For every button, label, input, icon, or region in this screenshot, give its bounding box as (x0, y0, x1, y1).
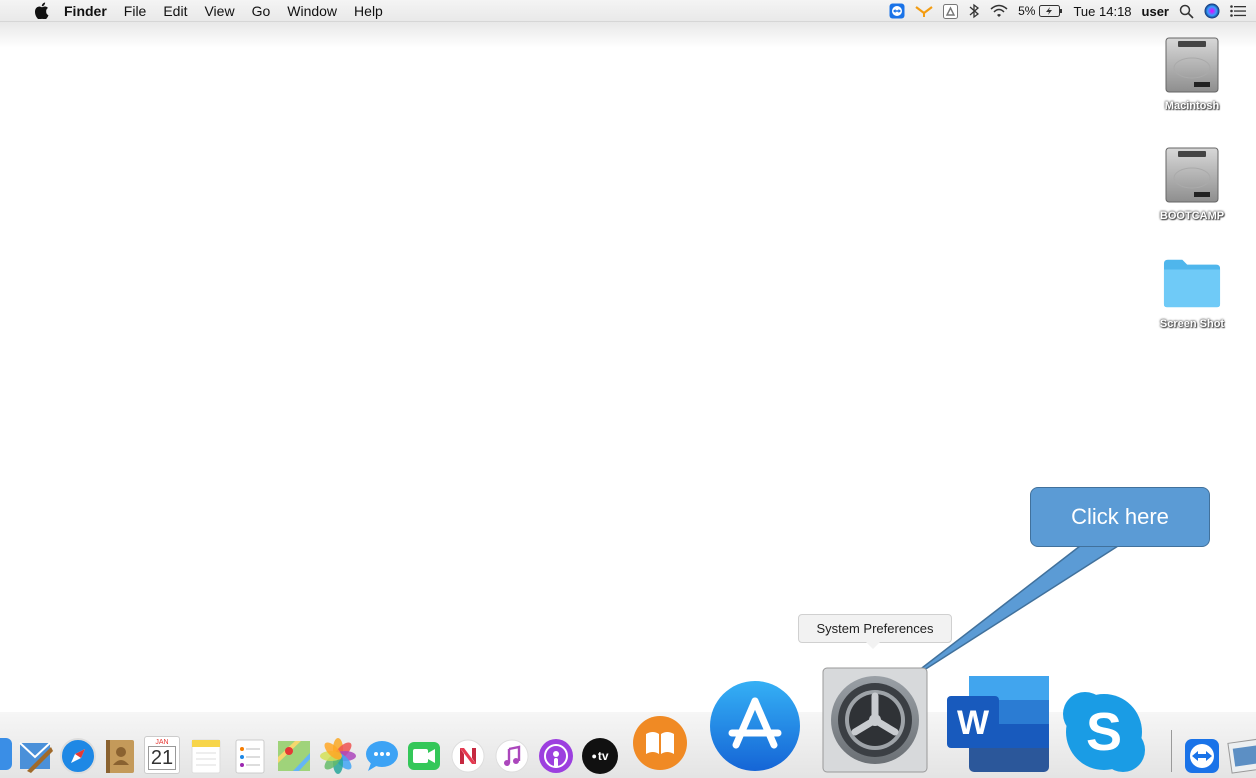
menu-edit[interactable]: Edit (163, 0, 187, 22)
drive-status-icon[interactable] (943, 0, 959, 22)
calendar-month: JAN (155, 739, 169, 746)
tv-apple-glyph: ● (591, 751, 597, 761)
desktop-icon-bootcamp[interactable]: BOOTCAMP (1142, 146, 1242, 222)
hard-drive-icon (1163, 36, 1221, 94)
battery-percent[interactable]: 5% (1018, 0, 1063, 22)
finder-dock-icon[interactable] (0, 736, 14, 772)
callout-pointer (895, 545, 1121, 689)
menu-view[interactable]: View (204, 0, 234, 22)
battery-percent-label: 5% (1018, 4, 1036, 18)
spotlight-search-icon[interactable] (1179, 0, 1194, 22)
music-dock-icon[interactable] (492, 736, 532, 776)
tv-dock-icon[interactable]: ● tv (580, 736, 620, 776)
callout-text: Click here (1071, 504, 1169, 529)
click-here-callout: Click here (1030, 487, 1210, 547)
messages-dock-icon[interactable] (362, 736, 402, 776)
wifi-icon[interactable] (990, 0, 1008, 22)
safari-dock-icon[interactable] (58, 736, 98, 776)
news-dock-icon[interactable] (448, 736, 488, 776)
desktop-icon-label: Screen Shot (1159, 318, 1225, 330)
contacts-dock-icon[interactable] (100, 736, 140, 776)
menu-extras: 5% Tue 14:18 user (879, 0, 1246, 22)
battery-charging-icon (1039, 5, 1063, 17)
notes-dock-icon[interactable] (186, 736, 226, 776)
photos-dock-icon[interactable] (318, 736, 358, 776)
mail-dock-icon[interactable] (16, 736, 56, 776)
menu-bar-shadow (0, 22, 1256, 48)
maps-dock-icon[interactable] (274, 736, 314, 776)
bluetooth-icon[interactable] (968, 0, 980, 22)
menu-go[interactable]: Go (252, 0, 271, 22)
dock-tooltip: System Preferences (798, 614, 952, 643)
desktop-icon-label: BOOTCAMP (1159, 210, 1225, 222)
menu-bar: Finder File Edit View Go Window Help 5% … (0, 0, 1256, 22)
books-dock-icon[interactable] (630, 710, 690, 776)
word-letter: W (957, 704, 990, 742)
bird-status-icon[interactable] (915, 0, 933, 22)
system-preferences-dock-icon[interactable] (818, 664, 932, 776)
hard-drive-icon (1163, 146, 1221, 204)
tooltip-text: System Preferences (816, 621, 934, 636)
podcasts-dock-icon[interactable] (536, 736, 576, 776)
teamviewer-status-icon[interactable] (889, 0, 905, 22)
notification-center-icon[interactable] (1230, 0, 1246, 22)
menu-file[interactable]: File (124, 0, 147, 22)
tooltip-arrow (866, 642, 880, 649)
teamviewer-dock-icon[interactable] (1182, 736, 1222, 776)
apple-menu-icon[interactable] (32, 2, 50, 20)
preview-dock-icon[interactable] (1226, 736, 1256, 776)
menu-app-name[interactable]: Finder (64, 0, 107, 22)
calendar-day: 21 (147, 746, 177, 770)
skype-letter: S (1086, 702, 1122, 762)
folder-icon (1163, 254, 1221, 312)
menu-left: Finder File Edit View Go Window Help (0, 0, 400, 22)
siri-icon[interactable] (1204, 0, 1220, 22)
dock-divider (1171, 730, 1172, 772)
desktop-icon-macintosh[interactable]: Macintosh (1142, 36, 1242, 112)
facetime-dock-icon[interactable] (404, 736, 444, 776)
user-menu[interactable]: user (1142, 0, 1169, 22)
menu-help[interactable]: Help (354, 0, 383, 22)
menu-window[interactable]: Window (287, 0, 337, 22)
reminders-dock-icon[interactable] (230, 736, 270, 776)
word-dock-icon[interactable]: W (944, 672, 1052, 776)
clock[interactable]: Tue 14:18 (1073, 0, 1131, 22)
calendar-dock-icon[interactable]: JAN 21 (142, 734, 182, 776)
desktop-icon-screen-shot[interactable]: Screen Shot (1142, 254, 1242, 330)
skype-dock-icon[interactable]: S (1056, 688, 1152, 776)
tv-label: tv (597, 749, 609, 763)
desktop-icon-label: Macintosh (1164, 100, 1220, 112)
app-store-dock-icon[interactable] (706, 676, 804, 776)
